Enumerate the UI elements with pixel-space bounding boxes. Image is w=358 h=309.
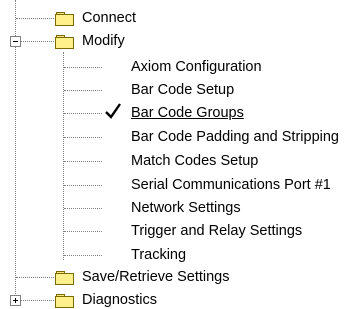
tree-item-tracking[interactable]: Tracking	[131, 246, 186, 264]
tree-item-modify[interactable]: Modify	[82, 32, 125, 50]
child-connector	[64, 185, 102, 186]
child-connector	[64, 208, 102, 209]
tree-item-trigger-relay-settings[interactable]: Trigger and Relay Settings	[131, 222, 302, 240]
child-connector	[64, 90, 102, 91]
tree-item-bar-code-padding-stripping[interactable]: Bar Code Padding and Stripping	[131, 128, 339, 146]
tree-item-network-settings[interactable]: Network Settings	[131, 199, 241, 217]
save-retrieve-connector	[16, 277, 54, 278]
expand-diagnostics-icon[interactable]	[10, 295, 21, 306]
tree-item-connect[interactable]: Connect	[82, 9, 136, 27]
child-connector	[64, 231, 102, 232]
child-connector	[64, 67, 102, 68]
tree-item-save-retrieve-settings[interactable]: Save/Retrieve Settings	[82, 268, 230, 286]
modify-children-line	[63, 52, 64, 260]
diagnostics-folder-icon	[55, 294, 74, 308]
child-connector	[64, 255, 102, 256]
modify-folder-icon	[55, 35, 74, 49]
child-connector	[64, 137, 102, 138]
child-connector	[64, 113, 102, 114]
settings-tree: Connect Modify Axiom Configuration Bar C…	[0, 0, 358, 309]
tree-item-serial-comm-port-1[interactable]: Serial Communications Port #1	[131, 176, 331, 194]
checkmark-icon	[105, 103, 121, 119]
tree-item-bar-code-setup[interactable]: Bar Code Setup	[131, 81, 234, 99]
tree-item-diagnostics[interactable]: Diagnostics	[82, 291, 157, 309]
connect-folder-icon	[55, 12, 74, 26]
diagnostics-connector	[21, 300, 54, 301]
tree-item-match-codes-setup[interactable]: Match Codes Setup	[131, 152, 258, 170]
collapse-modify-icon[interactable]	[10, 36, 21, 47]
child-connector	[64, 161, 102, 162]
connect-connector	[16, 18, 54, 19]
tree-item-axiom-configuration[interactable]: Axiom Configuration	[131, 58, 262, 76]
tree-item-bar-code-groups[interactable]: Bar Code Groups	[131, 104, 244, 122]
modify-connector	[21, 41, 54, 42]
save-retrieve-folder-icon	[55, 271, 74, 285]
